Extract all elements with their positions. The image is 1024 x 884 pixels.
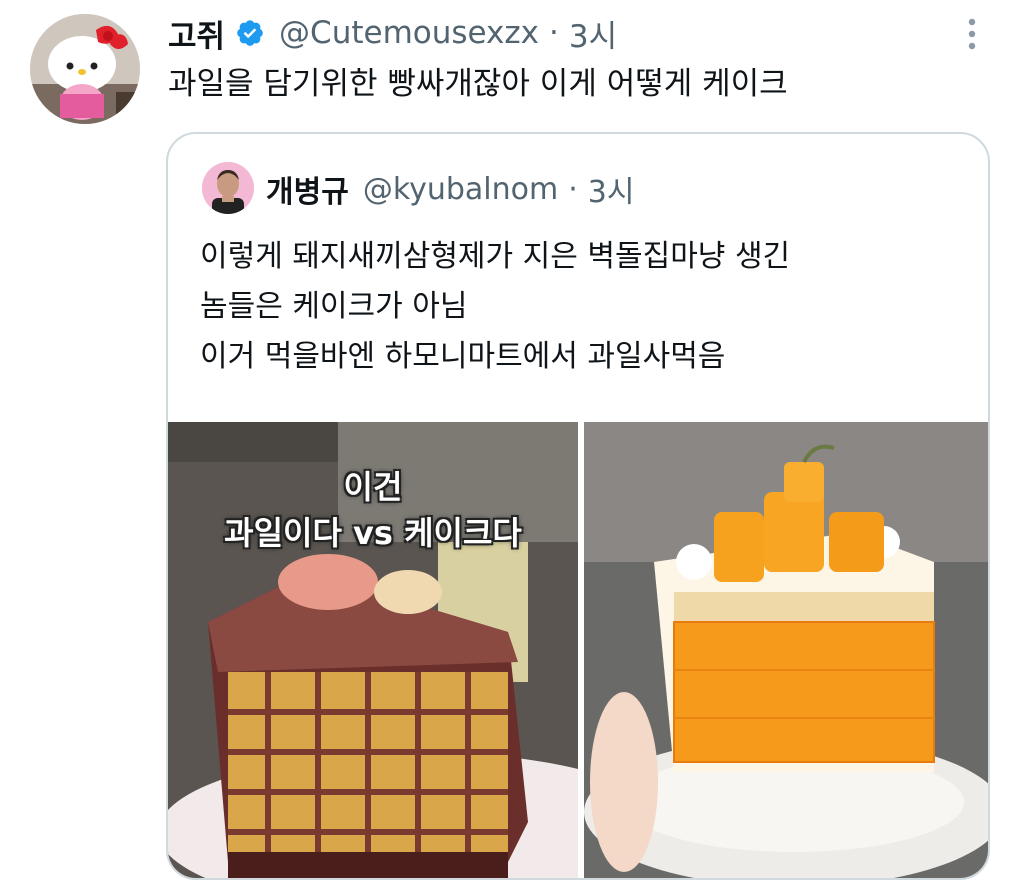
quote-text-line: 이렇게 돼지새끼삼형제가 지은 벽돌집마냥 생긴 (200, 239, 791, 274)
quote-display-name[interactable]: 개병규 (266, 167, 349, 211)
avatar[interactable] (30, 14, 140, 124)
separator-dot: · (549, 15, 559, 51)
media-image-right[interactable] (584, 422, 988, 878)
avatar-image (30, 14, 140, 124)
quote-avatar[interactable] (202, 162, 254, 214)
display-name[interactable]: 고쥐 (168, 11, 225, 56)
quote-separator-dot: · (568, 171, 578, 207)
media-image-left[interactable]: 이건 과일이다 vs 케이크다 (168, 422, 578, 878)
tweet: 고쥐 @Cutemousexzx · 3시 과일을 담기위한 빵싸개잖아 이게 … (0, 0, 1024, 884)
quoted-tweet[interactable]: 개병규 @kyubalnom · 3시 이렇게 돼지새끼삼형제가 지은 벽돌집마… (166, 132, 990, 880)
overlay-caption-line2: 과일이다 vs 케이크다 (224, 514, 522, 552)
quote-text-line: 이거 먹을바엔 하모니마트에서 과일사먹음 (200, 339, 726, 374)
quote-text: 이렇게 돼지새끼삼형제가 지은 벽돌집마냥 생긴 놈들은 케이크가 아님 이거 … (200, 232, 790, 382)
more-vertical-icon[interactable] (960, 14, 984, 54)
mango-cake-photo (584, 422, 988, 878)
quote-timestamp[interactable]: 3시 (588, 167, 635, 211)
verified-badge-icon (237, 20, 263, 46)
overlay-caption-line1: 이건 (343, 468, 403, 506)
quote-handle[interactable]: @kyubalnom (363, 172, 558, 207)
quote-header: 개병규 @kyubalnom · 3시 (266, 164, 634, 214)
quote-avatar-image (202, 162, 254, 214)
quote-text-line: 놈들은 케이크가 아님 (200, 289, 468, 324)
timestamp[interactable]: 3시 (569, 11, 617, 56)
tweet-header: 고쥐 @Cutemousexzx · 3시 (168, 8, 617, 58)
tweet-text: 과일을 담기위한 빵싸개잖아 이게 어떻게 케이크 (168, 66, 788, 102)
handle[interactable]: @Cutemousexzx (279, 15, 539, 51)
